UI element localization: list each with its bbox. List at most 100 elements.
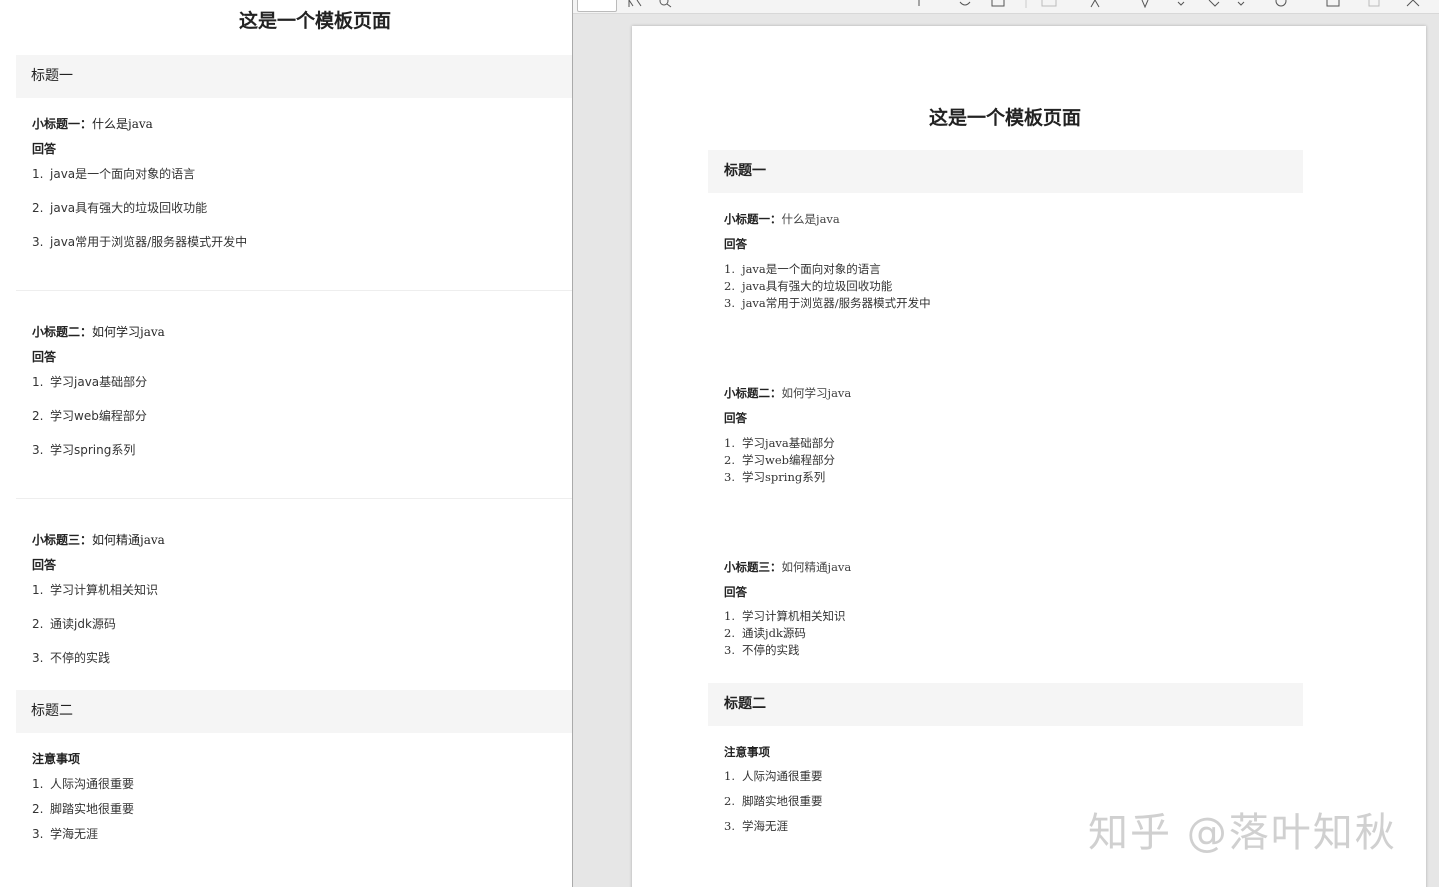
list-item-text: 人际沟通很重要: [742, 769, 823, 783]
eraser-icon[interactable]: [1207, 0, 1221, 10]
erase-icon[interactable]: [1273, 0, 1289, 10]
pdf-viewer: 这是一个模板页面 标题一 小标题一：什么是java 回答 1. java是一个面向…: [573, 0, 1439, 887]
answer-label: 回答: [724, 585, 747, 599]
subheading-question: 如何精通java: [781, 560, 852, 574]
list-number: 2.: [724, 626, 735, 640]
answer-label: 回答: [724, 411, 747, 425]
list-item: 1. 人际沟通很重要: [32, 775, 134, 792]
subheading-2: 小标题二：如何学习java: [724, 385, 851, 401]
subheading-1: 小标题一：什么是java: [724, 211, 840, 227]
list-item-text: 学习java基础部分: [742, 436, 835, 450]
list-item: 1. 人际沟通很重要: [724, 768, 823, 784]
page-number-box[interactable]: [577, 0, 617, 12]
list-item: 1. 学习计算机相关知识: [724, 608, 846, 624]
heading-2: 标题二: [16, 690, 572, 733]
chevron-down-icon[interactable]: [1237, 0, 1245, 10]
list-item-text: java常用于浏览器/服务器模式开发中: [50, 235, 248, 249]
viewer-toolbar: [573, 0, 1439, 14]
list-item-text: 脚踏实地很重要: [50, 802, 135, 816]
list-item-text: 学习计算机相关知识: [50, 583, 159, 597]
list-number: 1.: [32, 375, 44, 389]
save-icon[interactable]: [1405, 0, 1421, 10]
list-number: 2.: [724, 279, 735, 293]
print-icon[interactable]: [1325, 0, 1341, 10]
draw-icon[interactable]: [959, 0, 971, 10]
list-number: 2.: [32, 201, 44, 215]
subheading-3: 小标题三：如何精通java: [32, 531, 165, 548]
list-item-text: 通读jdk源码: [742, 626, 806, 640]
list-item-text: java具有强大的垃圾回收功能: [742, 279, 893, 293]
list-item-text: java具有强大的垃圾回收功能: [50, 201, 208, 215]
separator-icon: [1025, 0, 1027, 10]
list-item-text: 学海无涯: [50, 827, 99, 841]
list-item-text: 脚踏实地很重要: [742, 794, 823, 808]
list-item: 3. java常用于浏览器/服务器模式开发中: [724, 295, 931, 311]
list-item: 1. java是一个面向对象的语言: [32, 165, 195, 182]
subheading-question: 什么是java: [92, 117, 153, 131]
subheading-question: 什么是java: [781, 212, 840, 226]
chevron-down-icon[interactable]: [1177, 0, 1185, 10]
list-number: 3.: [32, 443, 44, 457]
highlight-icon[interactable]: [1089, 0, 1101, 10]
list-number: 2.: [724, 794, 735, 808]
list-item: 1. 学习java基础部分: [32, 373, 147, 390]
list-number: 2.: [724, 453, 735, 467]
list-number: 3.: [32, 235, 44, 249]
pen-icon[interactable]: [1139, 0, 1151, 10]
list-item-text: 学习spring系列: [50, 443, 136, 457]
list-number: 2.: [32, 802, 44, 816]
notes-label: 注意事项: [724, 745, 770, 759]
list-item-text: 不停的实践: [742, 643, 800, 657]
list-item-text: java是一个面向对象的语言: [742, 262, 881, 276]
list-number: 3.: [724, 643, 735, 657]
subheading-2: 小标题二：如何学习java: [32, 323, 165, 340]
list-item: 1. java是一个面向对象的语言: [724, 261, 881, 277]
list-number: 2.: [32, 617, 44, 631]
list-item: 2. 学习web编程部分: [32, 407, 147, 424]
answer-label: 回答: [32, 350, 57, 364]
list-number: 3.: [724, 819, 735, 833]
list-number: 3.: [32, 651, 44, 665]
heading-1: 标题一: [16, 55, 572, 98]
heading-1: 标题一: [708, 150, 1303, 193]
list-number: 1.: [724, 262, 735, 276]
pdf-page: 这是一个模板页面 标题一 小标题一：什么是java 回答 1. java是一个面向…: [632, 26, 1426, 887]
answer-label: 回答: [32, 142, 57, 156]
subheading-label: 小标题三：: [724, 560, 782, 574]
text-select-icon[interactable]: [627, 0, 645, 10]
copy-icon[interactable]: [1367, 0, 1381, 10]
list-item: 2. java具有强大的垃圾回收功能: [32, 199, 207, 216]
subheading-question: 如何学习java: [781, 386, 852, 400]
list-item-text: java是一个面向对象的语言: [50, 167, 196, 181]
list-number: 3.: [32, 827, 44, 841]
list-item: 2. 通读jdk源码: [32, 615, 116, 632]
list-item-text: 人际沟通很重要: [50, 777, 135, 791]
list-item-text: 学习spring系列: [742, 470, 826, 484]
list-item: 3. 学习spring系列: [32, 441, 135, 458]
list-item: 3. java常用于浏览器/服务器模式开发中: [32, 233, 247, 250]
list-item: 3. 学海无涯: [32, 825, 98, 842]
list-item: 3. 学习spring系列: [724, 469, 825, 485]
page-view-icon[interactable]: [1041, 0, 1057, 10]
list-number: 3.: [724, 470, 735, 484]
list-item-text: 学习web编程部分: [50, 409, 147, 423]
list-number: 1.: [724, 436, 735, 450]
list-item: 2. 脚踏实地很重要: [32, 800, 134, 817]
list-item: 2. 通读jdk源码: [724, 625, 806, 641]
html-preview-pane: 这是一个模板页面 标题一 小标题一：什么是java 回答 1. java是一个面向…: [0, 0, 572, 887]
list-item: 1. 学习计算机相关知识: [32, 581, 158, 598]
page-title: 这是一个模板页面: [928, 107, 1081, 129]
list-item-text: java常用于浏览器/服务器模式开发中: [742, 296, 931, 310]
shape-icon[interactable]: [991, 0, 1005, 10]
subheading-label: 小标题一：: [724, 212, 782, 226]
list-item-text: 学习java基础部分: [50, 375, 148, 389]
list-item-text: 学习计算机相关知识: [742, 609, 846, 623]
subheading-question: 如何学习java: [92, 325, 165, 339]
subheading-label: 小标题一：: [32, 117, 93, 131]
search-icon[interactable]: [659, 0, 673, 10]
list-item-text: 学海无涯: [742, 819, 788, 833]
pointer-icon[interactable]: [915, 0, 923, 10]
list-item-text: 学习web编程部分: [742, 453, 836, 467]
list-item: 2. 脚踏实地很重要: [724, 793, 823, 809]
list-item-text: 通读jdk源码: [50, 617, 116, 631]
